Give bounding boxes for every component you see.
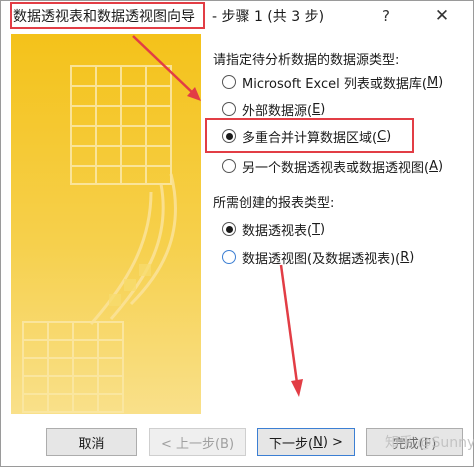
option-pivotchart-key: R (400, 249, 410, 265)
option-external-key: E (312, 101, 321, 117)
datasource-option-another-pivot[interactable]: 另一个数据透视表或数据透视图(A) (222, 156, 443, 176)
watermark-text: 知乎 @Sunny (385, 435, 474, 451)
next-button-suffix: ) > (322, 434, 343, 450)
radio-external[interactable] (222, 102, 236, 116)
pivot-wizard-dialog: 数据透视表和数据透视图向导 - 步骤 1 (共 3 步) ? ✕ 请指定待分析数… (0, 0, 474, 467)
option-external-suffix: ) (320, 101, 326, 117)
option-pivotchart-text: 数据透视图(及数据透视表)( (242, 251, 401, 267)
datasource-option-external[interactable]: 外部数据源(E) (222, 99, 325, 119)
option-excel-text: Microsoft Excel 列表或数据库( (242, 76, 427, 92)
option-excel-key: M (426, 74, 439, 90)
reporttype-option-pivotchart[interactable]: 数据透视图(及数据透视表)(R) (222, 247, 414, 267)
cancel-button[interactable]: 取消 (46, 428, 137, 456)
option-pivottable-key: T (312, 221, 321, 237)
title-highlight-box (10, 2, 205, 29)
option-excel-suffix: ) (438, 74, 444, 90)
radio-excel[interactable] (222, 75, 236, 89)
consolidation-highlight-box (205, 118, 414, 153)
radio-pivotchart[interactable] (222, 250, 236, 264)
datasource-option-excel[interactable]: Microsoft Excel 列表或数据库(M) (222, 72, 443, 92)
wizard-illustration (11, 34, 201, 414)
option-another-pivot-key: A (429, 158, 438, 174)
help-button[interactable]: ? (373, 3, 399, 29)
radio-another-pivot[interactable] (222, 159, 236, 173)
option-pivottable-text: 数据透视表( (242, 223, 313, 239)
next-button-key: N (313, 434, 323, 450)
option-external-text: 外部数据源( (242, 103, 313, 119)
reporttype-option-pivottable[interactable]: 数据透视表(T) (222, 219, 325, 239)
option-pivottable-suffix: ) (320, 221, 326, 237)
back-button[interactable]: < 上一步(B) (149, 428, 246, 456)
reporttype-label: 所需创建的报表类型: (213, 196, 335, 211)
annotation-arrow (279, 264, 303, 397)
radio-pivottable[interactable] (222, 222, 236, 236)
close-button[interactable]: ✕ (429, 3, 455, 29)
window-step-indicator: - 步骤 1 (共 3 步) (212, 9, 325, 25)
option-another-pivot-suffix: ) (437, 158, 444, 174)
next-button[interactable]: 下一步(N) > (257, 428, 355, 456)
option-pivotchart-suffix: ) (409, 249, 415, 265)
next-button-text: 下一步( (269, 436, 314, 452)
option-another-pivot-text: 另一个数据透视表或数据透视图( (242, 160, 430, 176)
datasource-label: 请指定待分析数据的数据源类型: (213, 53, 400, 68)
